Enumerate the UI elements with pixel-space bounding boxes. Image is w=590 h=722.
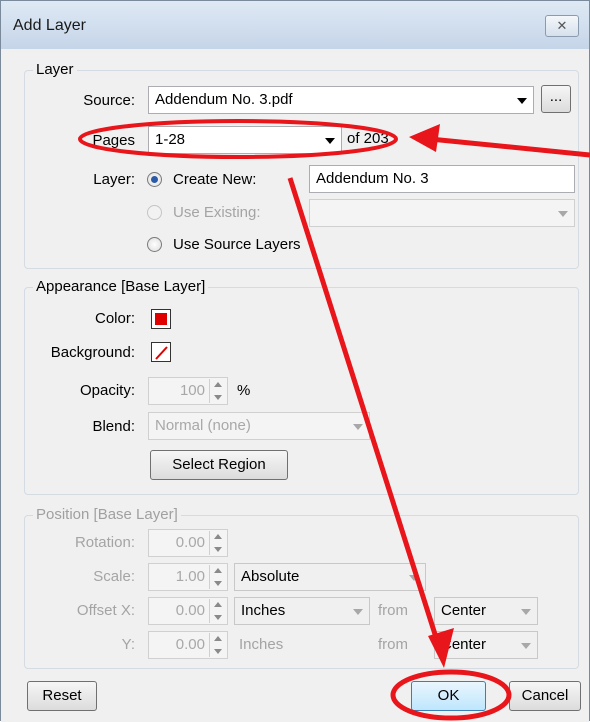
chevron-down-icon <box>409 575 419 581</box>
offset-y-from-label: from <box>378 636 408 653</box>
color-swatch[interactable] <box>151 309 171 329</box>
scale-label: Scale: <box>93 568 135 585</box>
title-bar: Add Layer ✕ <box>1 1 589 49</box>
cancel-button[interactable]: Cancel <box>509 681 581 711</box>
offset-y-from-select[interactable]: Center <box>434 631 538 659</box>
rotation-stepper[interactable]: 0.00 <box>148 529 228 557</box>
cancel-label: Cancel <box>521 687 569 704</box>
offset-x-value: 0.00 <box>175 602 205 619</box>
use-source-layers-radio[interactable] <box>147 237 162 252</box>
reset-label: Reset <box>42 687 82 704</box>
background-swatch[interactable] <box>151 342 171 362</box>
offset-x-from-label: from <box>378 602 408 619</box>
offset-y-value: 0.00 <box>175 636 205 653</box>
opacity-unit: % <box>237 382 251 399</box>
create-new-label: Create New: <box>173 171 257 188</box>
blend-label: Blend: <box>92 418 135 435</box>
scale-mode-value: Absolute <box>241 568 300 585</box>
opacity-stepper[interactable]: 100 <box>148 377 228 405</box>
chevron-down-icon <box>558 211 568 217</box>
spin-arrows-icon[interactable] <box>209 379 226 403</box>
offset-y-label: Y: <box>121 636 135 653</box>
no-color-icon <box>155 346 168 360</box>
spin-arrows-icon[interactable] <box>209 599 226 623</box>
scale-value: 1.00 <box>175 568 205 585</box>
blend-select[interactable]: Normal (none) <box>148 412 370 440</box>
source-select[interactable]: Addendum No. 3.pdf <box>148 86 534 114</box>
pages-select[interactable]: 1-28 <box>148 126 342 154</box>
spin-arrows-icon[interactable] <box>209 565 226 589</box>
ok-button[interactable]: OK <box>411 681 486 711</box>
opacity-value: 100 <box>179 382 205 399</box>
scale-stepper[interactable]: 1.00 <box>148 563 228 591</box>
spin-arrows-icon[interactable] <box>209 633 226 657</box>
close-icon: ✕ <box>556 18 568 33</box>
create-new-input[interactable]: Addendum No. 3 <box>309 165 575 193</box>
use-existing-select[interactable] <box>309 199 575 227</box>
chevron-down-icon <box>353 424 363 430</box>
appearance-group-legend: Appearance [Base Layer] <box>33 278 209 295</box>
offset-y-unit: Inches <box>239 636 284 653</box>
add-layer-dialog: Add Layer ✕ Layer Source: Addendum No. 3… <box>0 0 590 722</box>
offset-y-from-value: Center <box>441 636 487 653</box>
reset-button[interactable]: Reset <box>27 681 97 711</box>
color-fill <box>155 313 167 325</box>
offset-x-from-select[interactable]: Center <box>434 597 538 625</box>
use-existing-radio[interactable] <box>147 205 162 220</box>
spin-arrows-icon[interactable] <box>209 531 226 555</box>
select-region-label: Select Region <box>172 456 266 473</box>
offset-y-stepper[interactable]: 0.00 <box>148 631 228 659</box>
background-label: Background: <box>50 344 135 361</box>
position-group-legend: Position [Base Layer] <box>33 506 181 523</box>
pages-label: Pages <box>92 132 135 149</box>
browse-label: ... <box>549 88 563 105</box>
chevron-down-icon <box>353 609 363 615</box>
close-button[interactable]: ✕ <box>545 15 579 37</box>
rotation-label: Rotation: <box>74 534 135 551</box>
rotation-value: 0.00 <box>175 534 205 551</box>
use-existing-label: Use Existing: <box>173 204 261 221</box>
browse-button[interactable]: ... <box>541 85 571 113</box>
opacity-label: Opacity: <box>79 382 135 399</box>
chevron-down-icon <box>517 98 527 104</box>
offset-x-stepper[interactable]: 0.00 <box>148 597 228 625</box>
offset-x-unit-select[interactable]: Inches <box>234 597 370 625</box>
create-new-value: Addendum No. 3 <box>316 170 429 187</box>
source-value: Addendum No. 3.pdf <box>155 91 293 108</box>
blend-value: Normal (none) <box>155 417 251 434</box>
offset-x-from-value: Center <box>441 602 487 619</box>
pages-total: of 203 <box>347 130 389 147</box>
layer-group-legend: Layer <box>33 61 77 78</box>
scale-mode-select[interactable]: Absolute <box>234 563 426 591</box>
dialog-body: Layer Source: Addendum No. 3.pdf ... Pag… <box>1 49 589 722</box>
offset-x-unit-value: Inches <box>241 602 286 619</box>
chevron-down-icon <box>521 643 531 649</box>
source-label: Source: <box>83 92 135 109</box>
pages-value: 1-28 <box>155 131 186 148</box>
ok-label: OK <box>437 687 460 704</box>
dialog-title: Add Layer <box>13 17 86 34</box>
color-label: Color: <box>94 310 135 327</box>
layer-label: Layer: <box>93 171 135 188</box>
chevron-down-icon <box>521 609 531 615</box>
use-source-layers-label: Use Source Layers <box>173 236 301 253</box>
offset-x-label: Offset X: <box>76 602 135 619</box>
select-region-button[interactable]: Select Region <box>150 450 288 480</box>
chevron-down-icon <box>325 138 335 144</box>
create-new-radio[interactable] <box>147 172 162 187</box>
